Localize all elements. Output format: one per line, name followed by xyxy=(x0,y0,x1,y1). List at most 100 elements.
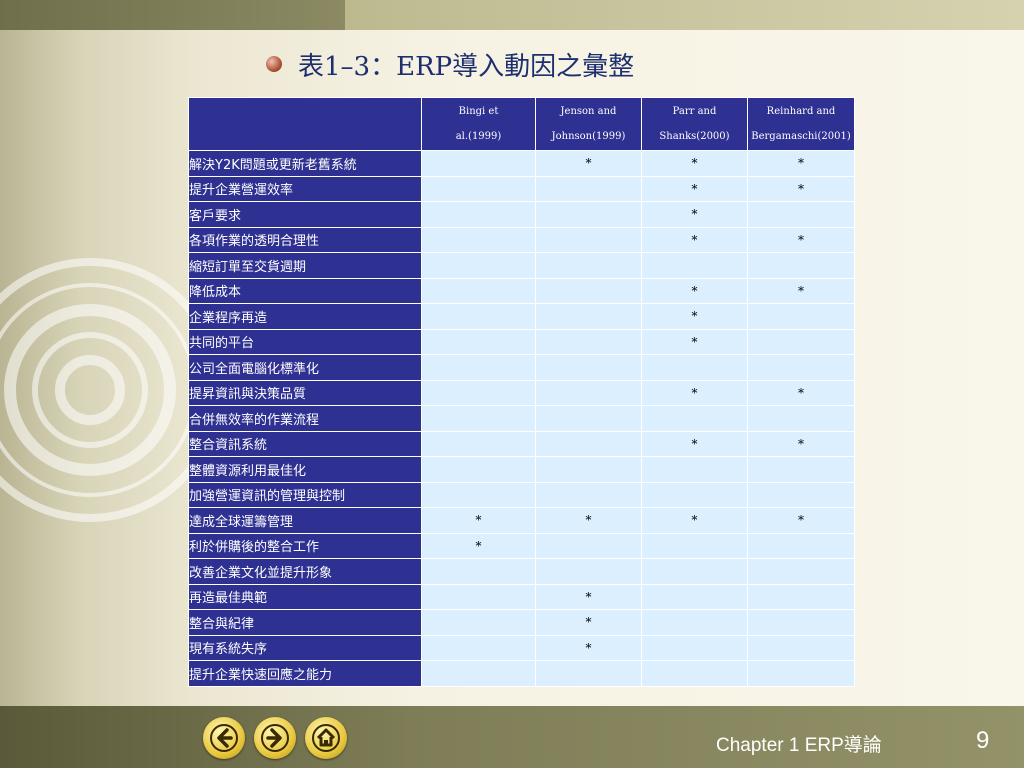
mark-cell xyxy=(421,328,536,355)
mark-cell: * xyxy=(641,150,748,177)
top-band-right xyxy=(345,0,1024,30)
back-button[interactable] xyxy=(203,717,245,759)
mark-cell xyxy=(641,481,748,508)
row-label: 再造最佳典範 xyxy=(188,583,422,610)
table-row: 整體資源利用最佳化 xyxy=(188,456,855,483)
mark-cell xyxy=(535,175,642,202)
header-bingi: Bingi et al.(1999) xyxy=(421,97,536,151)
table-row: 公司全面電腦化標準化 xyxy=(188,354,855,381)
table-row: 企業程序再造 * xyxy=(188,303,855,330)
row-label: 整合與紀律 xyxy=(188,609,422,636)
mark-cell: * xyxy=(421,532,536,559)
header-bingi-line1: Bingi et xyxy=(458,106,499,117)
mark-cell xyxy=(747,660,855,687)
row-label: 加強營運資訊的管理與控制 xyxy=(188,481,422,508)
mark-cell: * xyxy=(641,328,748,355)
row-label: 達成全球運籌管理 xyxy=(188,507,422,534)
mark-cell xyxy=(747,481,855,508)
forward-button[interactable] xyxy=(254,717,296,759)
mark-cell xyxy=(421,558,536,585)
mark-cell xyxy=(747,405,855,432)
row-label: 合併無效率的作業流程 xyxy=(188,405,422,432)
header-jenson-line2: Johnson(1999) xyxy=(551,131,626,142)
table-body: 解決Y2K問題或更新老舊系統 * * * 提升企業營運效率 * * 客戶要求 * 各項作業的透明合… xyxy=(188,150,855,687)
mark-cell: * xyxy=(641,379,748,406)
header-reinhard: Reinhard and Bergamaschi(2001) xyxy=(747,97,855,151)
table-row: 提昇資訊與決策品質 * * xyxy=(188,379,855,406)
mark-cell xyxy=(421,456,536,483)
mark-cell xyxy=(421,175,536,202)
mark-cell xyxy=(535,456,642,483)
mark-cell xyxy=(535,660,642,687)
mark-cell: * xyxy=(535,507,642,534)
mark-cell xyxy=(421,277,536,304)
row-label: 共同的平台 xyxy=(188,328,422,355)
mark-cell xyxy=(421,609,536,636)
table-row: 整合與紀律 * xyxy=(188,609,855,636)
mark-cell: * xyxy=(641,201,748,228)
table-row: 現有系統失序 * xyxy=(188,634,855,661)
mark-cell xyxy=(535,405,642,432)
mark-cell xyxy=(421,405,536,432)
mark-cell: * xyxy=(641,430,748,457)
row-label: 縮短訂單至交貨週期 xyxy=(188,252,422,279)
home-button[interactable] xyxy=(305,717,347,759)
mark-cell: * xyxy=(747,277,855,304)
header-jenson: Jenson and Johnson(1999) xyxy=(535,97,642,151)
table-row: 達成全球運籌管理 * * * * xyxy=(188,507,855,534)
header-reinhard-line2: Bergamaschi(2001) xyxy=(751,131,851,142)
row-label: 整體資源利用最佳化 xyxy=(188,456,422,483)
table-row: 加強營運資訊的管理與控制 xyxy=(188,481,855,508)
mark-cell: * xyxy=(747,226,855,253)
mark-cell xyxy=(641,660,748,687)
mark-cell xyxy=(535,201,642,228)
table-row: 整合資訊系統 * * xyxy=(188,430,855,457)
mark-cell xyxy=(421,252,536,279)
mark-cell: * xyxy=(421,507,536,534)
slide-title: 表1–3：ERP導入動因之彙整 xyxy=(298,51,635,82)
table-row: 共同的平台 * xyxy=(188,328,855,355)
table-row: 改善企業文化並提升形象 xyxy=(188,558,855,585)
mark-cell: * xyxy=(747,507,855,534)
mark-cell xyxy=(747,532,855,559)
mark-cell xyxy=(535,430,642,457)
mark-cell xyxy=(641,609,748,636)
mark-cell xyxy=(535,354,642,381)
mark-cell xyxy=(421,660,536,687)
mark-cell xyxy=(747,201,855,228)
mark-cell xyxy=(747,303,855,330)
home-icon xyxy=(312,724,340,752)
mark-cell: * xyxy=(747,430,855,457)
table-row: 合併無效率的作業流程 xyxy=(188,405,855,432)
header-reinhard-line1: Reinhard and xyxy=(766,106,836,117)
mark-cell: * xyxy=(747,150,855,177)
arrow-right-icon xyxy=(261,724,289,752)
row-label: 公司全面電腦化標準化 xyxy=(188,354,422,381)
row-label: 各項作業的透明合理性 xyxy=(188,226,422,253)
mark-cell xyxy=(747,354,855,381)
mark-cell xyxy=(747,456,855,483)
table-row: 提升企業快速回應之能力 xyxy=(188,660,855,687)
mark-cell xyxy=(641,456,748,483)
mark-cell xyxy=(641,583,748,610)
mark-cell xyxy=(535,277,642,304)
mark-cell xyxy=(641,532,748,559)
row-label: 現有系統失序 xyxy=(188,634,422,661)
table-row: 再造最佳典範 * xyxy=(188,583,855,610)
mark-cell xyxy=(421,634,536,661)
mark-cell xyxy=(641,558,748,585)
mark-cell xyxy=(641,354,748,381)
mark-cell: * xyxy=(747,175,855,202)
mark-cell xyxy=(747,634,855,661)
row-label: 降低成本 xyxy=(188,277,422,304)
mark-cell xyxy=(641,634,748,661)
table-row: 利於併購後的整合工作 * xyxy=(188,532,855,559)
row-label: 客戶要求 xyxy=(188,201,422,228)
mark-cell xyxy=(747,583,855,610)
table-header-row: Bingi et al.(1999) Jenson and Johnson(1999… xyxy=(188,97,855,151)
mark-cell xyxy=(641,405,748,432)
mark-cell: * xyxy=(535,150,642,177)
header-parr-line2: Shanks(2000) xyxy=(659,131,730,142)
chapter-label: Chapter 1 ERP導論 xyxy=(716,735,882,756)
row-label: 企業程序再造 xyxy=(188,303,422,330)
